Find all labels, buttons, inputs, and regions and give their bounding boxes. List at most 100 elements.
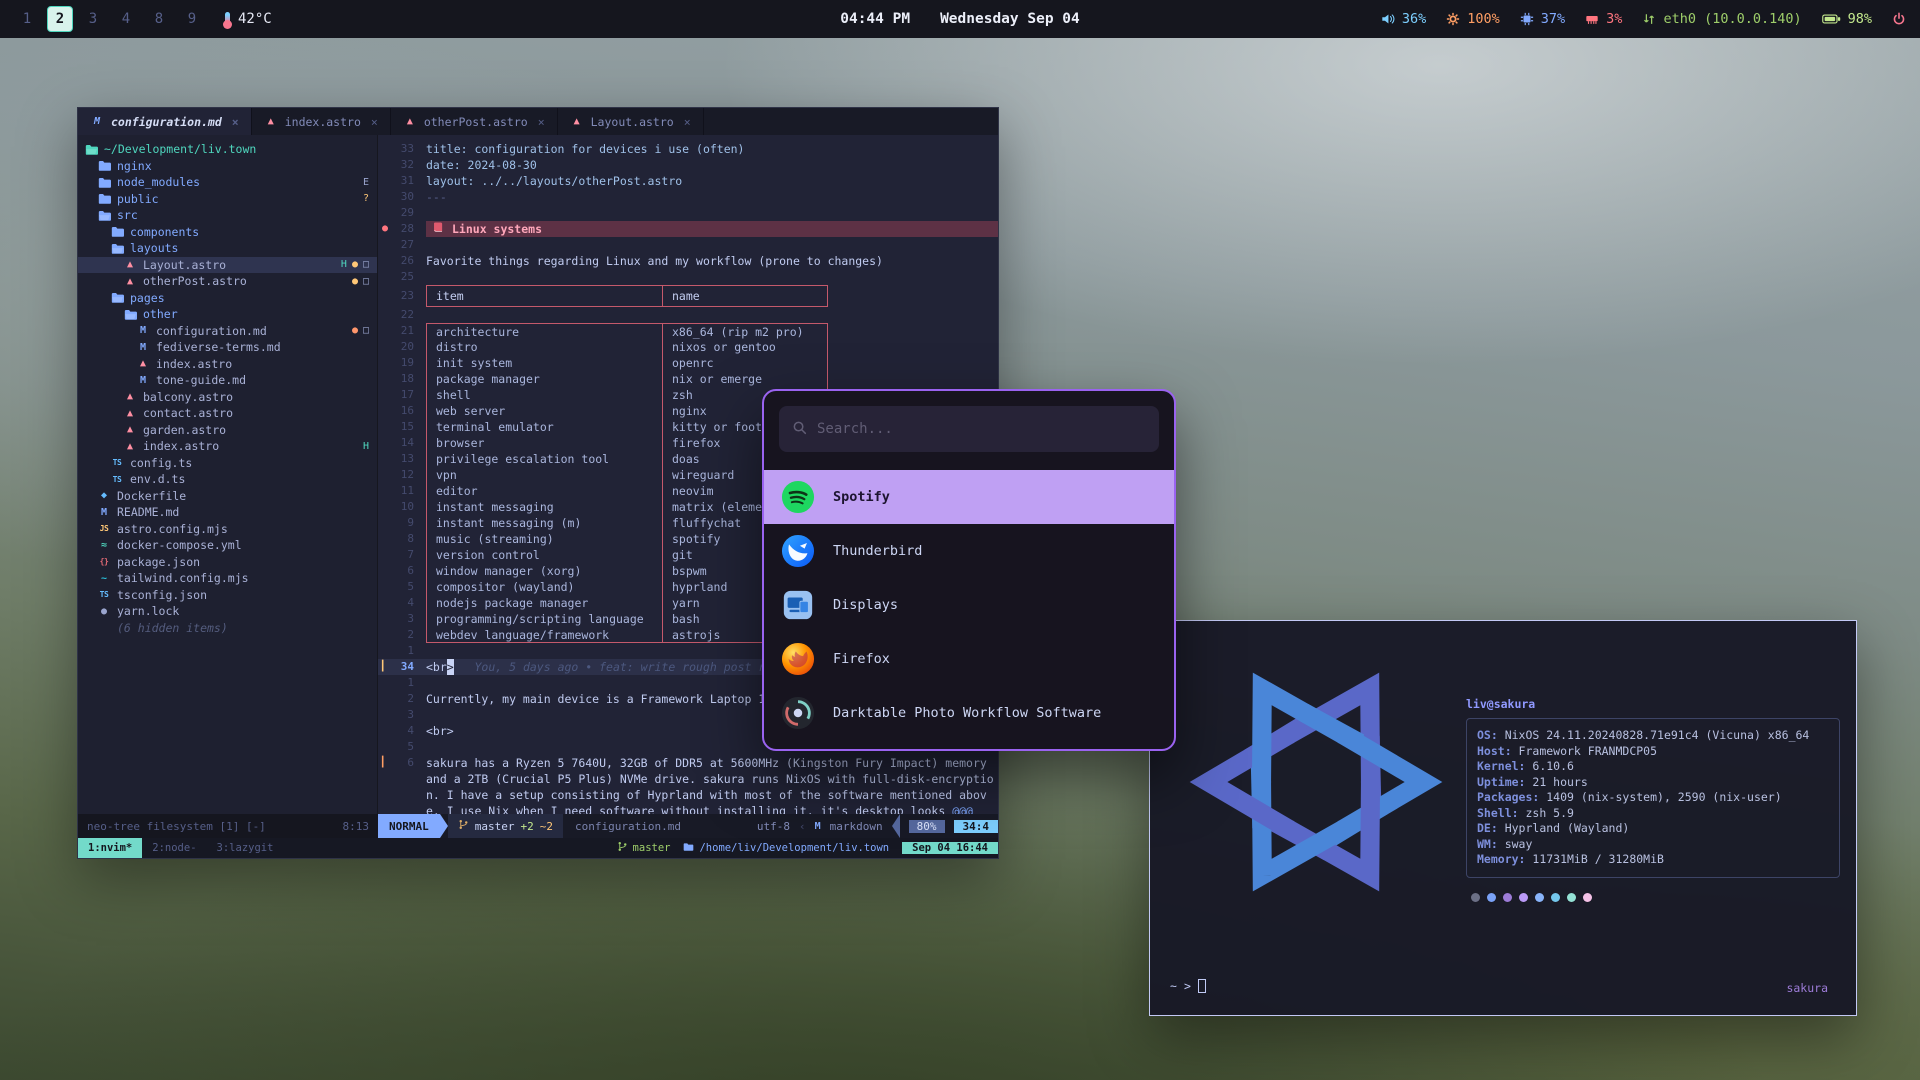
tree-item-label: Dockerfile bbox=[117, 489, 186, 503]
tree-item[interactable]: ▲ garden.astro bbox=[78, 422, 377, 439]
tree-item[interactable]: src bbox=[78, 207, 377, 224]
tab-configuration.md[interactable]: Mconfiguration.md× bbox=[78, 108, 252, 135]
tree-item[interactable]: TStsconfig.json bbox=[78, 587, 377, 604]
tree-item[interactable]: layouts bbox=[78, 240, 377, 257]
temperature-module[interactable]: 42°C bbox=[225, 11, 272, 27]
tree-item-label: yarn.lock bbox=[117, 604, 179, 618]
neotree-file-explorer[interactable]: ~/Development/liv.townnginxnode_modulesE… bbox=[78, 135, 378, 814]
workspace-button-1[interactable]: 1 bbox=[14, 6, 40, 32]
tree-item[interactable]: public? bbox=[78, 191, 377, 208]
bar-module-battery[interactable]: 98% bbox=[1822, 11, 1872, 27]
launcher-item-displays[interactable]: Displays bbox=[764, 578, 1174, 632]
editor-text: Currently, my main device is a Framework… bbox=[426, 691, 765, 707]
tree-item[interactable]: TSconfig.ts bbox=[78, 455, 377, 472]
workspace-button-3[interactable]: 3 bbox=[80, 6, 106, 32]
line-number: 3 bbox=[392, 611, 426, 627]
tree-item[interactable]: Mconfiguration.md●□ bbox=[78, 323, 377, 340]
tree-item[interactable]: ≈docker-compose.yml bbox=[78, 537, 377, 554]
line-number: 26 bbox=[392, 253, 426, 269]
tree-item[interactable]: ▲otherPost.astro●□ bbox=[78, 273, 377, 290]
launcher-item-darktable-photo-workflow-software[interactable]: Darktable Photo Workflow Software bbox=[764, 686, 1174, 740]
search-input[interactable] bbox=[817, 421, 1146, 437]
editor-line: 27 bbox=[378, 237, 998, 253]
bar-module-network[interactable]: eth0 (10.0.0.140) bbox=[1642, 11, 1801, 27]
launcher-search-bar[interactable] bbox=[779, 406, 1159, 452]
tmux-window-2:node-[interactable]: 2:node- bbox=[142, 838, 206, 858]
fetch-info-line: OS: NixOS 24.11.20240828.71e91c4 (Vicuna… bbox=[1477, 728, 1829, 744]
tree-item[interactable]: ▲balcony.astro bbox=[78, 389, 377, 406]
tab-close-icon[interactable]: × bbox=[538, 115, 545, 129]
tree-item-label: garden.astro bbox=[143, 423, 226, 437]
tree-item[interactable]: ●yarn.lock bbox=[78, 603, 377, 620]
palette-dot bbox=[1503, 893, 1512, 902]
tree-item-label: balcony.astro bbox=[143, 390, 233, 404]
palette-dot bbox=[1519, 893, 1528, 902]
tree-item[interactable]: ~/Development/liv.town bbox=[78, 141, 377, 158]
tree-item[interactable]: TSenv.d.ts bbox=[78, 471, 377, 488]
tab-index.astro[interactable]: ▲index.astro× bbox=[252, 108, 391, 135]
scroll-percent: 80% bbox=[909, 820, 945, 833]
tree-item[interactable]: nginx bbox=[78, 158, 377, 175]
tree-item[interactable]: JSastro.config.mjs bbox=[78, 521, 377, 538]
tree-item[interactable]: other bbox=[78, 306, 377, 323]
bar-module-power[interactable] bbox=[1892, 12, 1906, 26]
workspace-button-2[interactable]: 2 bbox=[47, 6, 73, 32]
firefox-icon bbox=[781, 642, 815, 676]
table-row: distronixos or gentoo bbox=[426, 339, 828, 355]
fastfetch-terminal-window[interactable]: liv@sakura OS: NixOS 24.11.20240828.71e9… bbox=[1149, 620, 1857, 1016]
tree-item[interactable]: ▲index.astro bbox=[78, 356, 377, 373]
launcher-item-spotify[interactable]: Spotify bbox=[764, 470, 1174, 524]
astro-icon: ▲ bbox=[136, 358, 150, 369]
fetch-value: 11731MiB / 31280MiB bbox=[1532, 852, 1664, 866]
line-number: 34 bbox=[392, 659, 426, 675]
tree-item[interactable]: node_modulesE bbox=[78, 174, 377, 191]
astro-icon: ▲ bbox=[123, 424, 137, 435]
workspace-button-4[interactable]: 4 bbox=[113, 6, 139, 32]
line-number: 28 bbox=[392, 221, 426, 237]
powerline-separator-icon bbox=[892, 814, 900, 838]
workspace-button-9[interactable]: 9 bbox=[179, 6, 205, 32]
bar-module-volume[interactable]: 36% bbox=[1381, 11, 1426, 27]
tree-item[interactable]: ▲Layout.astroH●□ bbox=[78, 257, 377, 274]
bar-module-memory[interactable]: 3% bbox=[1585, 11, 1622, 27]
tmux-window-1:nvim*[interactable]: 1:nvim* bbox=[78, 838, 142, 858]
tree-item[interactable]: components bbox=[78, 224, 377, 241]
tab-close-icon[interactable]: × bbox=[232, 115, 239, 129]
table-cell-item: vpn bbox=[426, 467, 662, 483]
bar-module-gear[interactable]: 100% bbox=[1446, 11, 1500, 27]
badge: ? bbox=[363, 193, 369, 204]
tab-otherPost.astro[interactable]: ▲otherPost.astro× bbox=[391, 108, 558, 135]
tree-item[interactable]: ◆Dockerfile bbox=[78, 488, 377, 505]
tree-item[interactable]: ▲index.astroH bbox=[78, 438, 377, 455]
tree-item[interactable]: (6 hidden items) bbox=[78, 620, 377, 637]
tree-item-label: docker-compose.yml bbox=[117, 538, 242, 552]
displays-icon bbox=[781, 588, 815, 622]
tree-item[interactable]: pages bbox=[78, 290, 377, 307]
workspace-button-8[interactable]: 8 bbox=[146, 6, 172, 32]
bar-module-cpu[interactable]: 37% bbox=[1520, 11, 1565, 27]
palette-dot bbox=[1567, 893, 1576, 902]
tmux-window-3:lazygit[interactable]: 3:lazygit bbox=[207, 838, 284, 858]
launcher-item-thunderbird[interactable]: Thunderbird bbox=[764, 524, 1174, 578]
tab-Layout.astro[interactable]: ▲Layout.astro× bbox=[558, 108, 704, 135]
tailwind-icon: ~ bbox=[97, 573, 111, 584]
tree-item-label: otherPost.astro bbox=[143, 274, 247, 288]
launcher-item-label: Firefox bbox=[833, 651, 890, 667]
book-icon bbox=[432, 221, 444, 237]
tree-item[interactable]: {}package.json bbox=[78, 554, 377, 571]
tree-item[interactable]: MREADME.md bbox=[78, 504, 377, 521]
clock-module[interactable]: 04:44 PM Wednesday Sep 04 bbox=[840, 11, 1080, 27]
tree-item[interactable]: ▲contact.astro bbox=[78, 405, 377, 422]
fetch-info-line: WM: sway bbox=[1477, 837, 1829, 853]
tree-item[interactable]: Mtone-guide.md bbox=[78, 372, 377, 389]
table-cell-item: shell bbox=[426, 387, 662, 403]
tab-close-icon[interactable]: × bbox=[684, 115, 691, 129]
shell-prompt[interactable]: ~ > bbox=[1170, 979, 1206, 993]
tree-item[interactable]: Mfediverse-terms.md bbox=[78, 339, 377, 356]
tree-item[interactable]: ~tailwind.config.mjs bbox=[78, 570, 377, 587]
editor-text: Favorite things regarding Linux and my w… bbox=[426, 253, 883, 269]
palette-dot bbox=[1551, 893, 1560, 902]
tab-close-icon[interactable]: × bbox=[371, 115, 378, 129]
launcher-item-firefox[interactable]: Firefox bbox=[764, 632, 1174, 686]
tmux-right-status: master /home/liv/Development/liv.town Se… bbox=[617, 838, 998, 858]
